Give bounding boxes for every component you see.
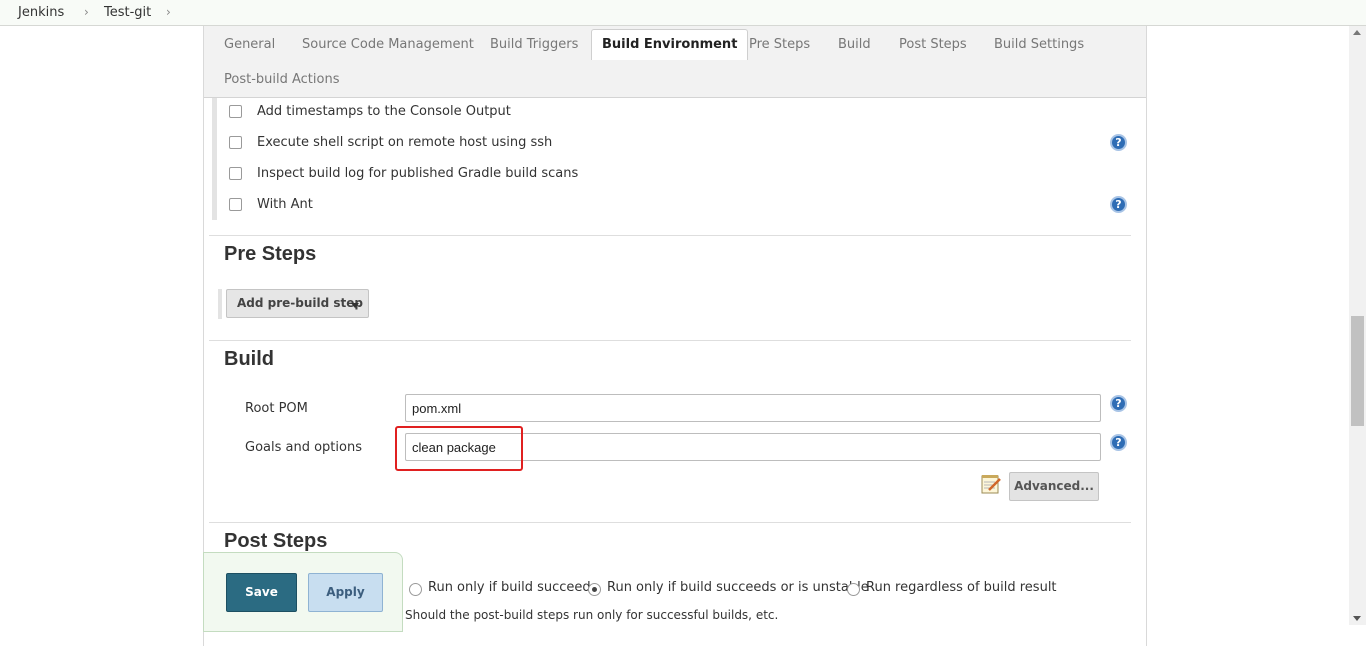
section-indent-bar	[218, 289, 222, 319]
goals-highlight-box	[395, 426, 523, 471]
radio-label: Run only if build succeeds or is unstabl…	[607, 580, 869, 595]
radio-label: Run only if build succeeds	[428, 580, 598, 595]
gradle-scans-checkbox[interactable]	[229, 167, 242, 180]
advanced-button[interactable]: Advanced...	[1009, 472, 1099, 501]
divider	[209, 340, 1131, 341]
build-environment-options: Add timestamps to the Console Output Exe…	[212, 98, 1132, 220]
option-label: Add timestamps to the Console Output	[257, 104, 511, 119]
root-pom-input[interactable]	[405, 394, 1101, 422]
with-ant-checkbox[interactable]	[229, 198, 242, 211]
breadcrumb-test-git[interactable]: Test-git	[104, 5, 151, 20]
notepad-icon[interactable]	[980, 473, 1002, 495]
add-pre-build-step-label: Add pre-build step	[237, 296, 364, 310]
add-pre-build-step-button[interactable]: Add pre-build step	[226, 289, 369, 318]
tab-post-steps[interactable]: Post Steps	[899, 37, 967, 52]
save-bar: Save Apply	[203, 552, 403, 632]
tab-build[interactable]: Build	[838, 37, 871, 52]
scroll-thumb[interactable]	[1351, 316, 1364, 426]
save-button[interactable]: Save	[226, 573, 297, 612]
caret-down-icon	[351, 303, 359, 308]
tab-source-code-management[interactable]: Source Code Management	[302, 37, 474, 52]
help-icon[interactable]: ?	[1110, 434, 1127, 451]
goals-label: Goals and options	[245, 440, 362, 455]
breadcrumb-separator-icon: ›	[84, 5, 89, 19]
tab-general[interactable]: General	[224, 37, 275, 52]
divider	[209, 235, 1131, 236]
breadcrumb-jenkins[interactable]: Jenkins	[18, 5, 64, 20]
post-steps-hint: Should the post-build steps run only for…	[405, 608, 779, 622]
build-heading: Build	[224, 348, 274, 370]
help-icon[interactable]: ?	[1110, 134, 1127, 151]
tab-post-build-actions[interactable]: Post-build Actions	[224, 72, 339, 87]
tab-pre-steps[interactable]: Pre Steps	[749, 37, 810, 52]
tab-build-settings[interactable]: Build Settings	[994, 37, 1084, 52]
breadcrumb: Jenkins › Test-git ›	[0, 0, 1366, 26]
divider	[209, 522, 1131, 523]
apply-button[interactable]: Apply	[308, 573, 383, 612]
help-icon[interactable]: ?	[1110, 395, 1127, 412]
post-steps-heading: Post Steps	[224, 530, 328, 552]
tab-bar: General Source Code Management Build Tri…	[204, 26, 1146, 98]
breadcrumb-separator-icon: ›	[166, 5, 171, 19]
page-scrollbar[interactable]	[1349, 26, 1366, 625]
radio-label: Run regardless of build result	[866, 580, 1057, 595]
option-label: Inspect build log for published Gradle b…	[257, 166, 579, 181]
tab-build-triggers[interactable]: Build Triggers	[490, 37, 578, 52]
scroll-down-icon[interactable]	[1353, 616, 1361, 621]
timestamps-checkbox[interactable]	[229, 105, 242, 118]
radio-run-if-succeeds-or-unstable[interactable]	[588, 583, 601, 596]
option-label: Execute shell script on remote host usin…	[257, 135, 553, 150]
option-label: With Ant	[257, 197, 313, 212]
radio-run-if-succeeds[interactable]	[409, 583, 422, 596]
pre-steps-heading: Pre Steps	[224, 243, 317, 265]
help-icon[interactable]: ?	[1110, 196, 1127, 213]
radio-run-regardless[interactable]	[847, 583, 860, 596]
scroll-up-icon[interactable]	[1353, 30, 1361, 35]
ssh-shell-checkbox[interactable]	[229, 136, 242, 149]
tab-build-environment[interactable]: Build Environment	[591, 29, 749, 60]
root-pom-label: Root POM	[245, 401, 308, 416]
